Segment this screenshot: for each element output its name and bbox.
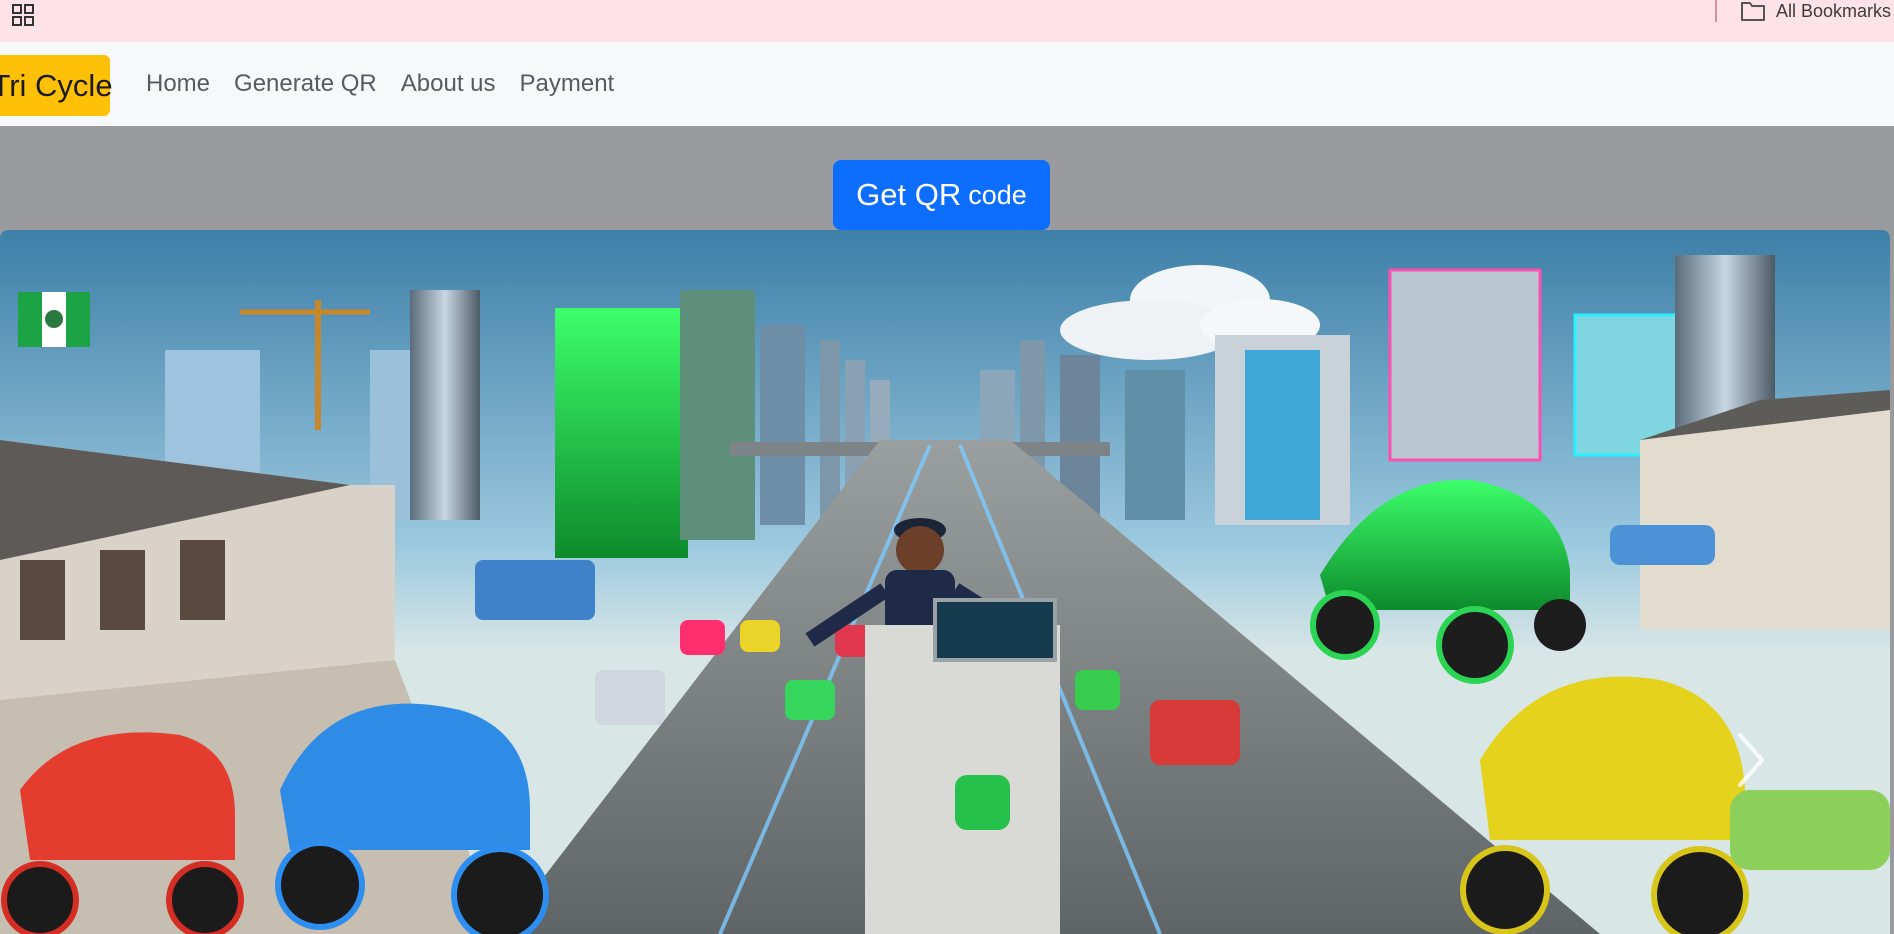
all-bookmarks-label: All Bookmarks — [1776, 0, 1892, 21]
get-qr-code-button[interactable]: Get QR code — [833, 160, 1050, 230]
hero-section: Get QR code — [0, 126, 1894, 230]
nav-link-home[interactable]: Home — [146, 70, 210, 98]
all-bookmarks-button[interactable]: All Bookmarks — [1740, 0, 1891, 22]
brand-logo[interactable]: Tri Cycle — [0, 55, 113, 116]
bookmarks-bar: All Bookmarks — [0, 0, 1894, 43]
nav-link-payment[interactable]: Payment — [520, 70, 615, 98]
apps-grid-icon[interactable] — [10, 2, 36, 28]
hero-carousel — [0, 230, 1890, 934]
get-qr-label: Get QR — [856, 177, 962, 212]
nav-link-about-us[interactable]: About us — [401, 70, 496, 98]
chevron-right-icon[interactable] — [1730, 730, 1770, 790]
carousel-slide-image — [0, 230, 1890, 934]
navbar: Tri Cycle Home Generate QR About us Paym… — [0, 42, 1894, 126]
folder-icon — [1741, 2, 1765, 21]
get-qr-code-suffix: code — [968, 179, 1027, 210]
nav-links: Home Generate QR About us Payment — [146, 42, 614, 126]
bookmarks-divider — [1715, 0, 1717, 22]
nav-link-generate-qr[interactable]: Generate QR — [234, 70, 377, 98]
